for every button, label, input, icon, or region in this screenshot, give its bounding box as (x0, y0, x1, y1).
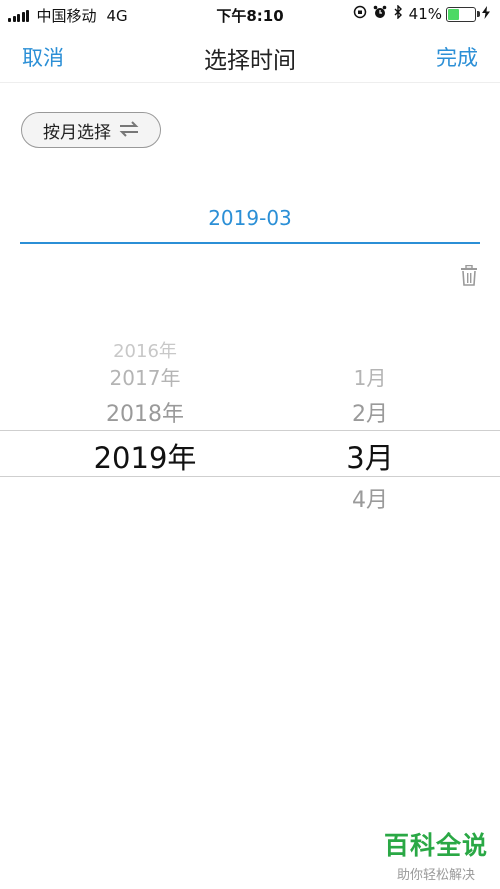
picker-selection-top-line (0, 430, 500, 431)
toggle-label: 按月选择 (43, 122, 111, 143)
watermark-logo: 百科全说 助你轻松解决 (384, 826, 488, 883)
page-title: 选择时间 (204, 48, 296, 74)
charging-bolt-icon (482, 5, 490, 23)
battery-percent: 41% (408, 5, 442, 23)
year-option[interactable]: 2016年 (40, 337, 250, 363)
date-field-underline (20, 242, 480, 244)
month-option[interactable]: 1月 (285, 362, 455, 391)
status-right: 41% (353, 4, 490, 23)
selected-date-value[interactable]: 2019-03 (0, 206, 500, 230)
bluetooth-icon (393, 4, 403, 23)
select-by-month-toggle[interactable]: 按月选择 (21, 112, 161, 148)
selected-year[interactable]: 2019年 (40, 435, 250, 477)
selected-month[interactable]: 3月 (285, 435, 455, 477)
battery-icon (446, 6, 480, 22)
trash-icon[interactable] (459, 264, 479, 287)
watermark-main-text: 百科全说 (383, 831, 488, 860)
status-bar: 中国移动 4G 下午8:10 41% (0, 0, 500, 30)
done-button[interactable]: 完成 (436, 42, 478, 72)
nav-bar: 取消 选择时间 完成 (0, 30, 500, 83)
year-option[interactable]: 2017年 (40, 362, 250, 391)
watermark-sub-text: 助你轻松解决 (396, 868, 475, 883)
month-option[interactable]: 2月 (285, 396, 455, 428)
alarm-clock-icon (373, 5, 387, 23)
battery-fill (448, 8, 459, 20)
swap-arrows-icon (119, 118, 139, 142)
month-option[interactable]: 4月 (285, 482, 455, 514)
year-option[interactable]: 2018年 (40, 396, 250, 428)
orientation-lock-icon (353, 5, 367, 23)
